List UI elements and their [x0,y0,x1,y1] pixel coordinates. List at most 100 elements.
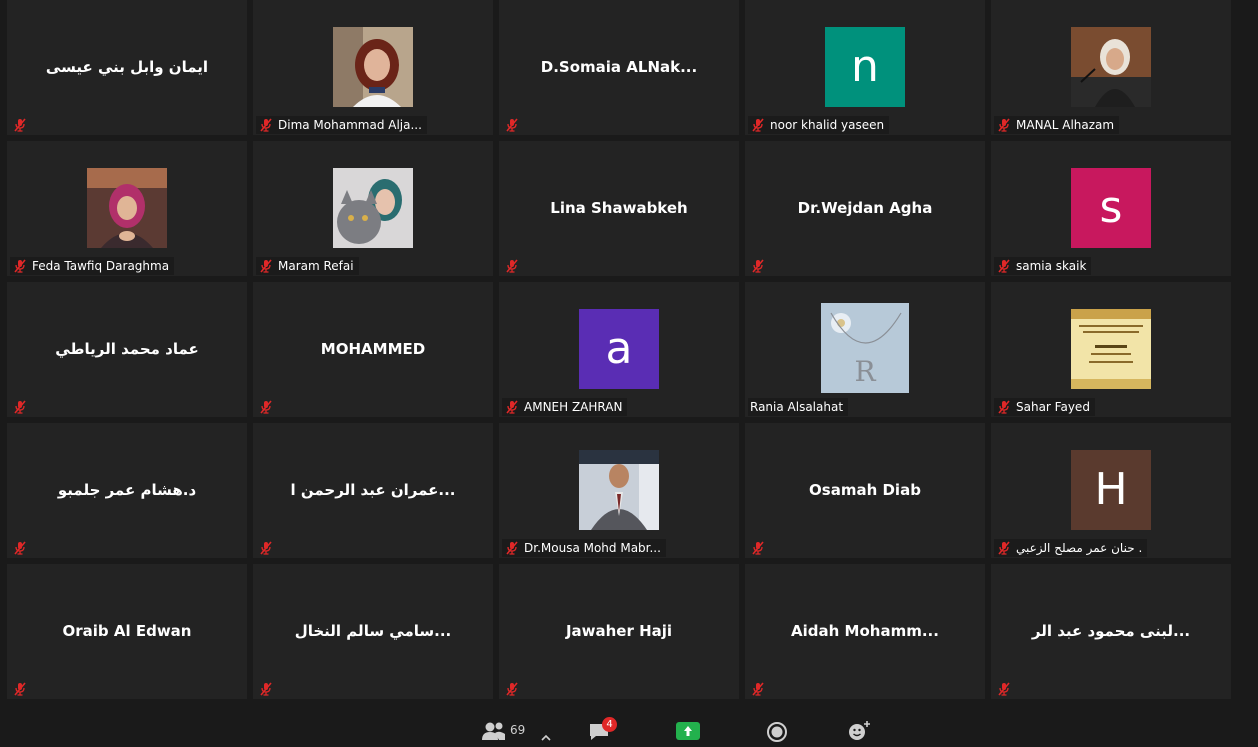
muted-microphone-icon [504,399,520,415]
participant-tile[interactable]: R Rania Alsalahat [745,282,985,417]
name-label: Dr.Mousa Mohd Mabr... [502,539,666,557]
participant-tile[interactable]: Osamah Diab [745,423,985,558]
participant-label-text: noor khalid yaseen [770,118,885,132]
muted-microphone-icon [504,258,520,274]
muted-microphone-icon [750,681,766,697]
participant-tile[interactable]: لبنى محمود عبد الر... [991,564,1231,699]
muted-microphone-icon [750,117,766,133]
participant-tile[interactable]: ايمان وابل بني عيسى [7,0,247,135]
name-label [748,257,770,275]
participant-tile[interactable]: s samia skaik [991,141,1231,276]
muted-microphone-icon [504,540,520,556]
name-label: حنان عمر مصلح الزعبي . [994,539,1148,557]
name-label: noor khalid yaseen [748,116,890,134]
name-label [748,680,770,698]
yellow-document-photo [1071,309,1151,389]
participant-tile[interactable]: عماد محمد الرياطي [7,282,247,417]
participants-menu-button[interactable] [541,726,551,745]
name-label: Maram Refai [256,257,359,275]
muted-microphone-icon [996,399,1012,415]
name-label [10,116,32,134]
participant-tile[interactable]: Aidah Mohamm... [745,564,985,699]
muted-microphone-icon [258,540,274,556]
participant-tile[interactable]: Maram Refai [253,141,493,276]
participant-tile[interactable]: عمران عبد الرحمن ا... [253,423,493,558]
participant-name: لبنى محمود عبد الر... [1031,622,1191,640]
muted-microphone-icon [750,258,766,274]
participant-tile[interactable]: Dr.Wejdan Agha [745,141,985,276]
muted-microphone-icon [996,540,1012,556]
muted-microphone-icon [12,399,28,415]
avatar: n [825,27,905,107]
meeting-toolbar: 69 4 [0,700,1258,742]
name-label [10,680,32,698]
participant-tile[interactable]: Lina Shawabkeh [499,141,739,276]
name-label: AMNEH ZAHRAN [502,398,628,416]
muted-microphone-icon [258,258,274,274]
name-label: Feda Tawfiq Daraghma [10,257,175,275]
muted-microphone-icon [996,258,1012,274]
participant-label-text: Feda Tawfiq Daraghma [32,259,170,273]
name-label [10,539,32,557]
participant-label-text: Dr.Mousa Mohd Mabr... [524,541,661,555]
participant-tile[interactable]: Jawaher Haji [499,564,739,699]
participant-tile[interactable]: a AMNEH ZAHRAN [499,282,739,417]
participant-label-text: samia skaik [1016,259,1087,273]
participant-tile[interactable]: د.هشام عمر جلمبو [7,423,247,558]
muted-microphone-icon [996,681,1012,697]
participant-label-text: Maram Refai [278,259,354,273]
share-screen-button[interactable] [676,722,700,744]
muted-microphone-icon [12,117,28,133]
reactions-icon [849,721,870,740]
participant-tile[interactable]: Feda Tawfiq Daraghma [7,141,247,276]
chat-badge: 4 [602,717,617,732]
reactions-button[interactable] [847,720,871,746]
muted-microphone-icon [12,540,28,556]
participant-tile[interactable]: سامي سالم النخال... [253,564,493,699]
participant-name: ايمان وابل بني عيسى [45,58,209,76]
muted-microphone-icon [258,399,274,415]
participant-name: Lina Shawabkeh [550,199,688,217]
participant-tile[interactable]: D.Somaia ALNak... [499,0,739,135]
participants-button[interactable] [481,720,507,744]
participant-label-text: MANAL Alhazam [1016,118,1115,132]
participants-count: 69 [510,723,526,737]
muted-microphone-icon [996,117,1012,133]
participant-label-text: Sahar Fayed [1016,400,1090,414]
muted-microphone-icon [258,117,274,133]
woman-red-hair-photo [333,27,413,107]
participant-name: Jawaher Haji [565,622,673,640]
participant-name: سامي سالم النخال... [294,622,452,640]
name-label [748,539,770,557]
participant-tile[interactable]: Oraib Al Edwan [7,564,247,699]
participant-name: MOHAMMED [320,340,426,358]
muted-microphone-icon [258,681,274,697]
name-label [502,116,524,134]
name-label [502,257,524,275]
participant-name: عمران عبد الرحمن ا... [290,481,456,499]
participant-name: Dr.Wejdan Agha [797,199,933,217]
participant-name: Aidah Mohamm... [791,622,939,640]
participant-tile[interactable]: MANAL Alhazam [991,0,1231,135]
name-label [256,539,278,557]
participant-tile[interactable]: MOHAMMED [253,282,493,417]
participant-label-text: AMNEH ZAHRAN [524,400,623,414]
muted-microphone-icon [504,117,520,133]
participant-label-text: Rania Alsalahat [750,400,844,414]
participant-tile[interactable]: n noor khalid yaseen [745,0,985,135]
woman-hijab-microphone-photo [1071,27,1151,107]
name-label: Sahar Fayed [994,398,1095,416]
share-screen-icon [676,722,700,740]
avatar: s [1071,168,1151,248]
participant-tile[interactable]: Dr.Mousa Mohd Mabr... [499,423,739,558]
participant-tile[interactable]: Sahar Fayed [991,282,1231,417]
participant-label-text: حنان عمر مصلح الزعبي . [1016,541,1143,555]
gallery-grid: ايمان وابل بني عيسى Dima Mohammad Alja...… [0,0,1258,700]
muted-microphone-icon [12,258,28,274]
muted-microphone-icon [504,681,520,697]
name-label [256,398,278,416]
participant-tile[interactable]: H حنان عمر مصلح الزعبي . [991,423,1231,558]
participant-tile[interactable]: Dima Mohammad Alja... [253,0,493,135]
record-button[interactable] [766,721,788,747]
name-label [10,398,32,416]
